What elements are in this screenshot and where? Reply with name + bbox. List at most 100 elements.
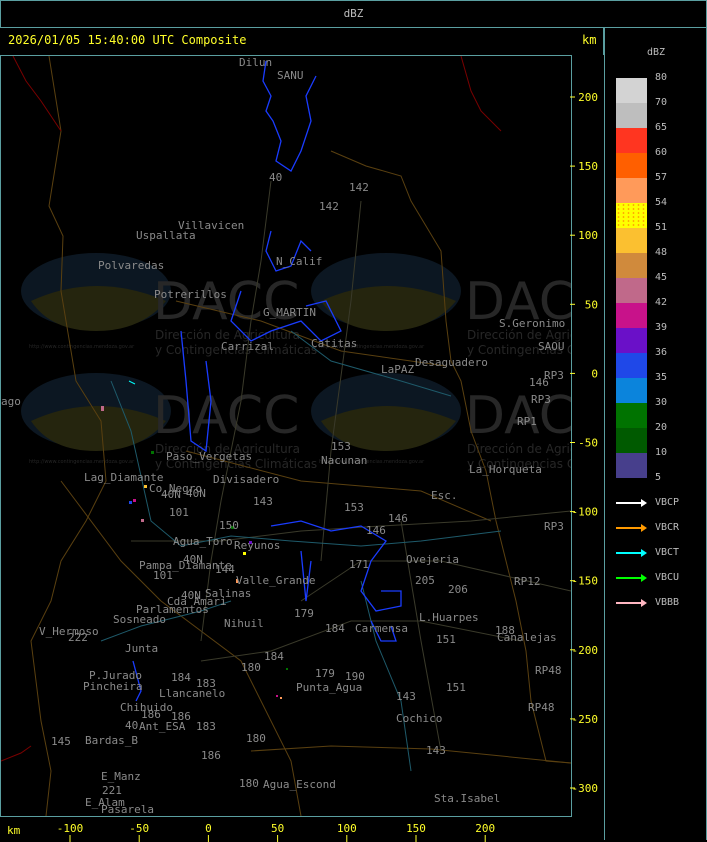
route-number-label: 40N [186, 487, 206, 500]
route-number-label: 184 [264, 650, 284, 663]
route-number-label: 150 [219, 519, 239, 532]
legend-swatch [616, 453, 647, 478]
route-number-label: 143 [253, 495, 273, 508]
legend-swatch [616, 403, 647, 428]
legend-label: 70 [655, 97, 668, 108]
place-label: Bardas_B [85, 734, 138, 747]
route-number-label: 146 [366, 524, 386, 537]
place-label: Pasarela [101, 803, 154, 816]
place-label: L.Huarpes [419, 611, 479, 624]
route-number-label: 186 [201, 749, 221, 762]
place-label: Nihuil [224, 617, 264, 630]
x-tick-label: 0 [205, 822, 212, 835]
place-label: Nacunan [321, 454, 367, 467]
watermark-line1: Dirección de Agricultura [467, 442, 571, 456]
legend-label: 51 [655, 222, 668, 233]
radar-arrowhead-icon [641, 499, 647, 507]
radar-site-label: VBCT [655, 547, 680, 558]
place-label: Catitas [311, 337, 357, 350]
y-tick-label: 200 [578, 91, 598, 104]
place-label: Dilun [239, 56, 272, 69]
place-label: SAOU [538, 340, 565, 353]
route-number-label: 153 [344, 501, 364, 514]
place-label: RP48 [535, 664, 562, 677]
route-number-label: 180 [239, 777, 259, 790]
route-number-label: 40N [183, 553, 203, 566]
route-number-label: 186 [171, 710, 191, 723]
place-label: RP1 [517, 415, 537, 428]
route-number-label: 186 [141, 708, 161, 721]
place-label: Valle_Grande [236, 574, 315, 587]
watermark-logos: DACC DACC DACC DACC Dirección de Agricul… [21, 253, 571, 471]
radar-arrow-icon [616, 602, 644, 604]
place-label: Junta [125, 642, 158, 655]
place-label: La_Horqueta [469, 463, 542, 476]
x-tick-label: 100 [337, 822, 357, 835]
x-tick-label: -50 [129, 822, 149, 835]
legend-label: 54 [655, 197, 668, 208]
place-label: Paso_Vergetas [166, 450, 252, 463]
legend-swatch [616, 228, 647, 253]
radar-site-label: VBCR [655, 522, 680, 533]
legend-swatch [616, 78, 647, 103]
place-label: Esc. [431, 489, 458, 502]
route-number-label: 179 [294, 607, 314, 620]
radar-site-label: VBCU [655, 572, 680, 583]
legend-label: 80 [655, 72, 668, 83]
top-bar-title: dBZ [343, 7, 364, 20]
top-bar: dBZ [0, 0, 707, 28]
y-tick-label: -150 [572, 575, 599, 588]
route-number-label: 151 [446, 681, 466, 694]
legend-label: 5 [655, 472, 662, 483]
y-tick-label: -250 [572, 713, 599, 726]
watermark-text: DACC [153, 272, 299, 332]
route-number-label: 184 [325, 622, 345, 635]
route-number-label: 144 [215, 563, 235, 576]
place-label: Reyunos [234, 539, 280, 552]
route-number-label: 179 [315, 667, 335, 680]
legend-swatch [616, 303, 647, 328]
legend-label: 42 [655, 297, 668, 308]
radar-arrowhead-icon [641, 524, 647, 532]
route-number-label: 183 [196, 677, 216, 690]
place-label: RP12 [514, 575, 541, 588]
route-number-label: 101 [169, 506, 189, 519]
route-number-label: 40N [181, 589, 201, 602]
x-tick-label: 200 [475, 822, 495, 835]
route-number-label: 142 [349, 181, 369, 194]
legend-swatch [616, 253, 647, 278]
legend-swatch [616, 328, 647, 353]
route-number-label: 40 [269, 171, 282, 184]
route-number-label: 222 [68, 631, 88, 644]
place-label: Sosneado [113, 613, 166, 626]
route-number-label: 145 [51, 735, 71, 748]
place-label: ago [1, 395, 21, 408]
x-axis-unit: km [7, 824, 21, 837]
place-label: Carrizal [221, 340, 274, 353]
legend-label: 35 [655, 372, 668, 383]
radar-map[interactable]: DACC DACC DACC DACC Dirección de Agricul… [0, 55, 572, 817]
route-number-label: 221 [102, 784, 122, 797]
y-tick-label: 0 [591, 367, 598, 380]
radar-site-label: VBCP [655, 497, 680, 508]
route-number-label: 40 [125, 719, 138, 732]
legend-swatch [616, 103, 647, 128]
radar-arrowhead-icon [641, 549, 647, 557]
timestamp-title: 2026/01/05 15:40:00 UTC Composite [8, 33, 247, 47]
radar-arrowhead-icon [641, 574, 647, 582]
route-number-label: 205 [415, 574, 435, 587]
legend-label: 65 [655, 122, 668, 133]
radar-arrow-icon [616, 502, 644, 504]
y-tick-label: -50 [578, 437, 598, 450]
route-number-label: 188 [495, 624, 515, 637]
route-number-label: 183 [196, 720, 216, 733]
legend-swatch [616, 178, 647, 203]
place-label: Divisadero [213, 473, 279, 486]
place-label: N_Calif [276, 255, 322, 268]
legend-label: 10 [655, 447, 668, 458]
y-tick-label: 100 [578, 229, 598, 242]
x-tick-label: 50 [271, 822, 284, 835]
route-number-label: 40N [161, 488, 181, 501]
place-label: RP48 [528, 701, 555, 714]
place-label: SANU [277, 69, 304, 82]
